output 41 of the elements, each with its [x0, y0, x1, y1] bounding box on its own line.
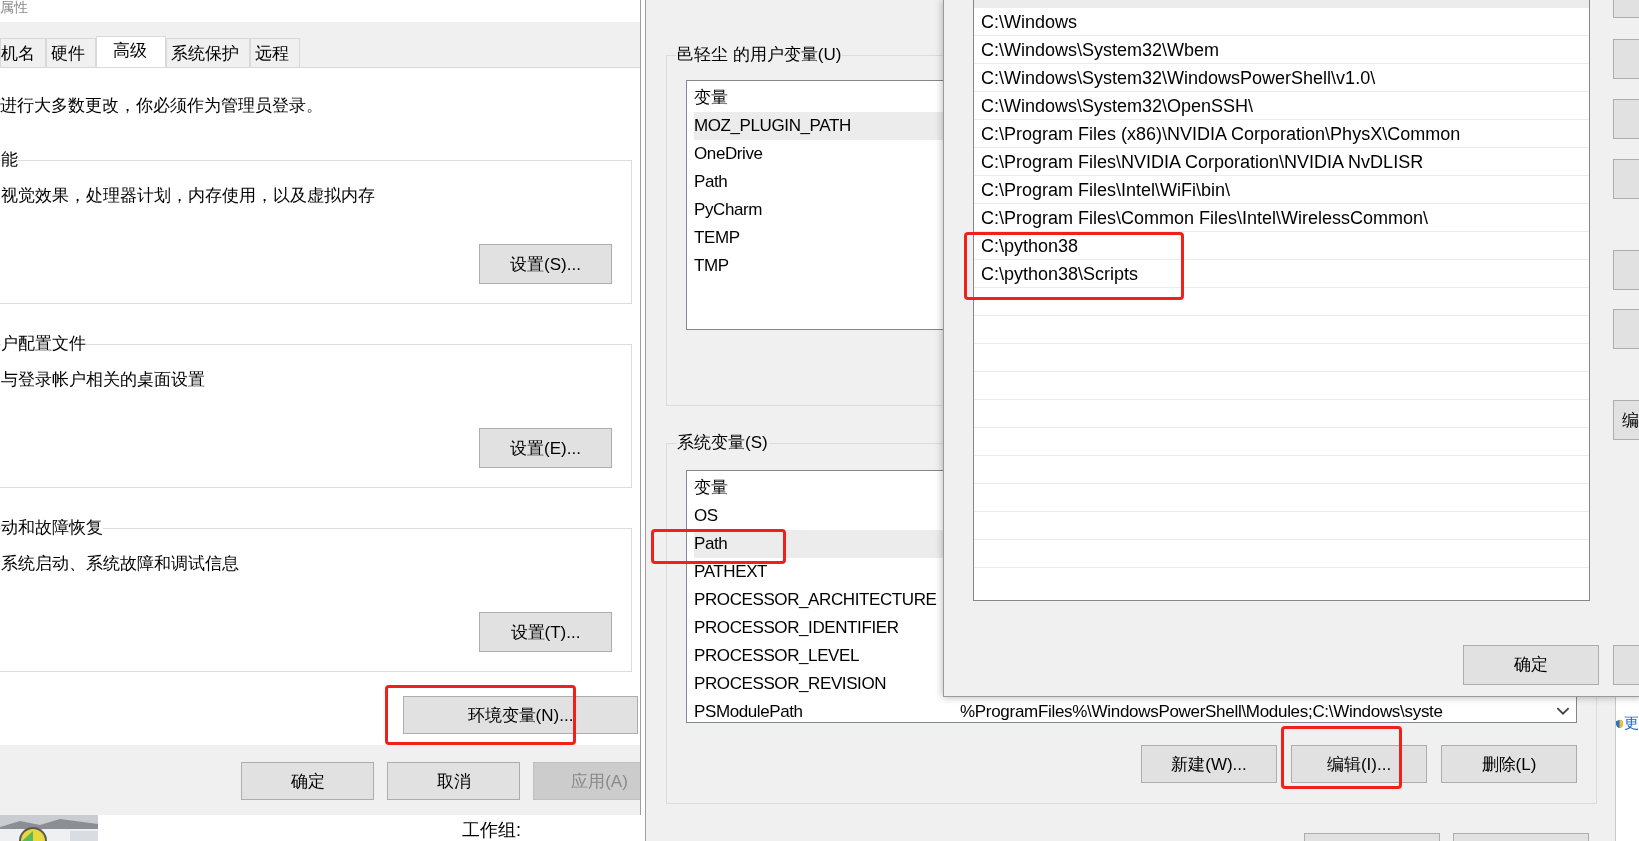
settings-link[interactable]: 更: [1624, 714, 1639, 733]
side-button[interactable]: 编: [1613, 400, 1639, 440]
path-entry[interactable]: C:\Windows\System32\OpenSSH\: [974, 92, 1589, 120]
list-action-button[interactable]: 新建(W)...: [1141, 745, 1277, 783]
dialog-button[interactable]: 取消: [387, 762, 520, 800]
group-title: 邑轻尘 的用户变量(U): [676, 44, 843, 66]
path-entry[interactable]: C:\Windows: [974, 8, 1589, 36]
tab[interactable]: 远程: [250, 38, 300, 67]
path-entry[interactable]: C:\Program Files\NVIDIA Corporation\NVIDIA NvDLISR: [974, 148, 1589, 176]
path-entry[interactable]: C:\python38: [974, 232, 1589, 260]
ok-button[interactable]: 确定: [1463, 644, 1599, 685]
group-description: 与登录帐户相关的桌面设置: [1, 369, 206, 391]
list-action-button[interactable]: 删除(L): [1441, 745, 1577, 783]
column-header: 变量: [694, 87, 729, 109]
notice-text: 进行大多数更改，你必须作为管理员登录。: [0, 95, 324, 117]
environment-variables-button[interactable]: 环境变量(N)...: [403, 696, 638, 734]
group-title: 户配置文件: [1, 333, 86, 355]
path-entry[interactable]: C:\python38\Scripts: [974, 260, 1589, 288]
path-entry[interactable]: C:\Program Files\Common Files\Intel\WirelessCommon\: [974, 204, 1589, 232]
group-description: 视觉效果，处理器计划，内存使用，以及虚拟内存: [1, 185, 376, 207]
list-action-button[interactable]: 编辑(I)...: [1291, 745, 1427, 783]
list-row[interactable]: PSModulePath %ProgramFiles%\WindowsPowerShell\Modules;C:\Windows\syste: [694, 698, 1576, 726]
group-title: 动和故障恢复: [1, 517, 103, 539]
tab[interactable]: 高级: [96, 36, 166, 67]
group-title: 系统变量(S): [676, 432, 769, 454]
path-entry[interactable]: C:\Windows\System32\Wbem: [974, 36, 1589, 64]
dialog-button[interactable]: 确定: [241, 762, 374, 800]
workgroup-label: 工作组:: [462, 819, 521, 841]
window-title: 属性: [0, 0, 29, 14]
tab[interactable]: 机名: [0, 38, 46, 67]
tab[interactable]: 硬件: [46, 38, 96, 67]
path-entry[interactable]: C:\Program Files\Intel\WiFi\bin\: [974, 176, 1589, 204]
path-entry[interactable]: C:\Program Files (x86)\NVIDIA Corporation\PhysX\Common: [974, 120, 1589, 148]
path-entry[interactable]: C:\Windows\System32\WindowsPowerShell\v1.0\: [974, 64, 1589, 92]
group-description: 系统启动、系统故障和调试信息: [1, 553, 240, 575]
tab[interactable]: 系统保护: [166, 38, 250, 67]
settings-button[interactable]: 设置(T)...: [479, 612, 612, 652]
column-header: 变量: [694, 477, 729, 499]
settings-button[interactable]: 设置(E)...: [479, 428, 612, 468]
settings-button[interactable]: 设置(S)...: [479, 244, 612, 284]
group-title: 能: [1, 149, 18, 171]
